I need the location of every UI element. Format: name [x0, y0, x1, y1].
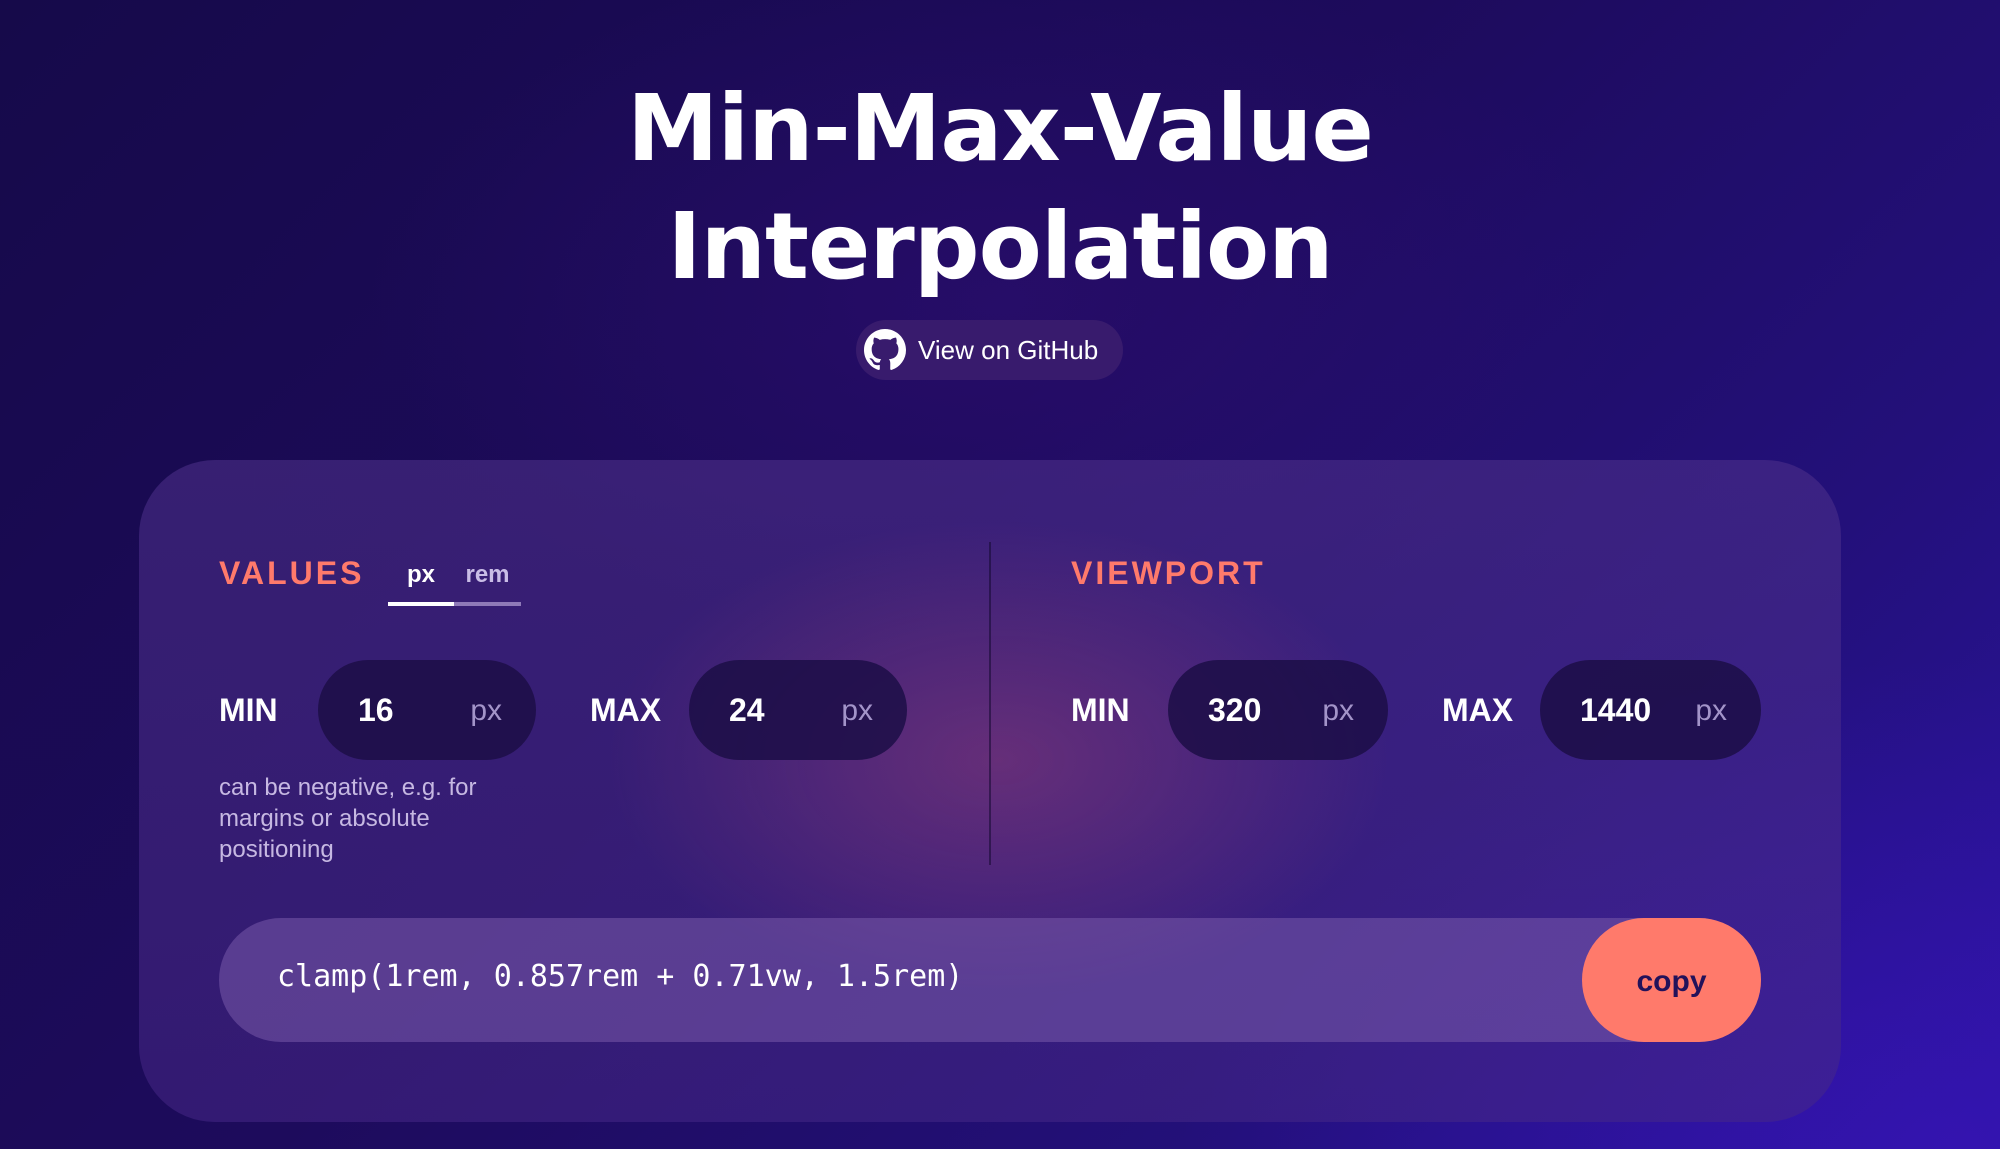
values-min-input[interactable]: 16 px [318, 660, 536, 760]
copy-button[interactable]: copy [1582, 918, 1761, 1042]
page-title-line-2: Interpolation [667, 193, 1333, 300]
view-on-github-button[interactable]: View on GitHub [856, 320, 1123, 380]
viewport-min-input[interactable]: 320 px [1168, 660, 1388, 760]
values-max-input[interactable]: 24 px [689, 660, 907, 760]
viewport-min-value[interactable]: 320 [1208, 660, 1261, 760]
values-max-label: MAX [590, 692, 662, 728]
section-divider [989, 542, 991, 865]
github-icon [864, 329, 906, 371]
page-title: Min-Max-Value Interpolation [0, 70, 2000, 306]
values-min-label: MIN [219, 692, 278, 728]
values-section-label: VALUES [219, 555, 365, 591]
values-max-unit: px [841, 694, 873, 727]
viewport-max-label: MAX [1442, 692, 1514, 728]
tab-rem[interactable]: rem [454, 560, 521, 600]
values-min-unit: px [470, 694, 502, 727]
tab-px-underline [388, 602, 454, 606]
github-button-label: View on GitHub [918, 334, 1099, 365]
unit-tabs: px rem [388, 560, 521, 606]
viewport-max-input[interactable]: 1440 px [1540, 660, 1761, 760]
tab-px[interactable]: px [388, 560, 454, 600]
values-min-value[interactable]: 16 [358, 660, 394, 760]
tab-rem-underline [454, 602, 521, 606]
viewport-section-label: VIEWPORT [1071, 555, 1266, 591]
viewport-min-unit: px [1322, 694, 1354, 727]
values-max-value[interactable]: 24 [729, 660, 765, 760]
clamp-output-field[interactable]: clamp(1rem, 0.857rem + 0.71vw, 1.5rem) [219, 918, 1761, 1042]
viewport-max-value[interactable]: 1440 [1580, 660, 1651, 760]
page-title-line-1: Min-Max-Value [627, 75, 1374, 182]
viewport-min-label: MIN [1071, 692, 1130, 728]
clamp-output-text: clamp(1rem, 0.857rem + 0.71vw, 1.5rem) [277, 959, 964, 994]
values-hint: can be negative, e.g. for margins or abs… [219, 774, 477, 863]
viewport-max-unit: px [1695, 694, 1727, 727]
